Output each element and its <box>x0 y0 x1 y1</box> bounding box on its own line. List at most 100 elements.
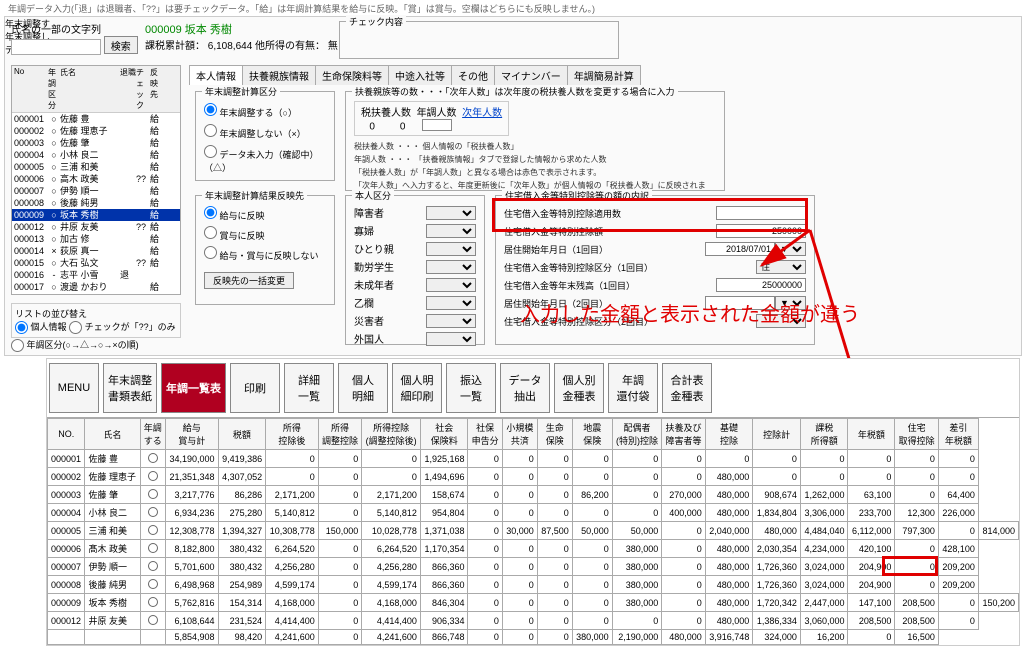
employee-row[interactable]: 000008○後藤 純男給 <box>12 197 180 209</box>
employee-row[interactable]: 000017○渡邊 かおり給 <box>12 281 180 293</box>
employee-row[interactable]: 000009○坂本 秀樹給 <box>12 209 180 221</box>
toolbar-btn-9[interactable]: 個人別金種表 <box>554 363 604 413</box>
tab-4[interactable]: その他 <box>451 65 495 85</box>
col-header: 控除計 <box>753 419 801 450</box>
search-box: 氏名の一部の文字列 検索 <box>11 21 138 55</box>
col-header: 年税額 <box>848 419 895 450</box>
top-note: 年調データ入力(「退」は退職者、「??」は要チェックデータ。「給」は年調計算結果… <box>8 2 595 15</box>
sort-kubun[interactable]: 年調区分(○→△→○→×の順) <box>11 340 139 350</box>
table-row[interactable]: 000006髙木 政美8,182,800380,4326,264,52006,2… <box>48 540 1019 558</box>
toolbar-btn-4[interactable]: 詳細一覧 <box>284 363 334 413</box>
col-header: 所得控除後 <box>266 419 319 450</box>
reflect-r1[interactable]: 給与に反映 <box>204 206 326 222</box>
employee-row[interactable]: 000004○小林 良二給 <box>12 149 180 161</box>
calc-r1[interactable]: 年末調整する（○） <box>204 103 326 119</box>
table-row[interactable]: 000001佐藤 豊34,190,0009,419,3860001,925,16… <box>48 450 1019 468</box>
calc-r3[interactable]: データ未入力（確認中）（△） <box>204 145 326 174</box>
toolbar-btn-5[interactable]: 個人明細 <box>338 363 388 413</box>
col-header: 所得控除(調整控除後) <box>362 419 421 450</box>
reflect-r3[interactable]: 給与・賞与に反映しない <box>204 246 326 262</box>
col-header: 氏名 <box>85 419 140 450</box>
reflect-batch-button[interactable]: 反映先の一括変更 <box>204 272 294 289</box>
toolbar-btn-3[interactable]: 印刷 <box>230 363 280 413</box>
col-header: 生命保険 <box>537 419 572 450</box>
tab-bar: 本人情報扶養親族情報生命保険料等中途入社等その他マイナンバー年調簡易計算 <box>189 65 640 85</box>
employee-row[interactable]: 000005○三浦 和美給 <box>12 161 180 173</box>
next-year-link[interactable]: 次年人数 <box>462 108 502 119</box>
tab-2[interactable]: 生命保険料等 <box>315 65 389 85</box>
calc-r2[interactable]: 年末調整しない（×） <box>204 124 326 140</box>
col-header: 住宅取得控除 <box>895 419 939 450</box>
tab-6[interactable]: 年調簡易計算 <box>567 65 641 85</box>
tab-0[interactable]: 本人情報 <box>189 65 243 85</box>
honnin-select[interactable] <box>426 296 476 310</box>
toolbar-btn-0[interactable]: MENU <box>49 363 99 413</box>
upper-panel: 氏名の一部の文字列 検索 000009 坂本 秀樹 課税累計額： 6,108,6… <box>4 16 1022 356</box>
nencho-table: NO.氏名年調する給与賞与計税額所得控除後所得調整控除所得控除(調整控除後)社会… <box>47 418 1019 645</box>
highlight-box-table <box>882 556 938 576</box>
tab-1[interactable]: 扶養親族情報 <box>242 65 316 85</box>
employee-row[interactable]: 000006○高木 政美??給 <box>12 173 180 185</box>
table-row[interactable]: 000009坂本 秀樹5,762,816154,3144,168,00004,1… <box>48 594 1019 612</box>
tab-5[interactable]: マイナンバー <box>494 65 568 85</box>
col-header: 配偶者(特別)控除 <box>612 419 662 450</box>
toolbar-btn-11[interactable]: 合計表金種表 <box>662 363 712 413</box>
col-header: 差引年税額 <box>938 419 978 450</box>
employee-row[interactable]: 000016-志平 小雪退 <box>12 269 180 281</box>
button-bar: MENU年末調整書類表紙年調一覧表印刷詳細一覧個人明細個人明細印刷振込一覧データ… <box>47 359 1019 418</box>
table-row[interactable]: 000012井原 友美6,108,644231,5244,414,40004,4… <box>48 612 1019 630</box>
employee-row[interactable]: 000003○佐藤 肇給 <box>12 137 180 149</box>
employee-row[interactable]: 000013○加古 修給 <box>12 233 180 245</box>
search-label: 氏名の一部の文字列 <box>11 25 101 36</box>
honnin-select[interactable] <box>426 206 476 220</box>
jutaku-date1-input[interactable] <box>705 242 775 256</box>
reflect-r2[interactable]: 賞与に反映 <box>204 226 326 242</box>
table-row[interactable]: 5,854,90898,4204,241,60004,241,600866,74… <box>48 630 1019 645</box>
sort-opt1[interactable]: 個人情報 <box>15 322 67 332</box>
honnin-select[interactable] <box>426 332 476 346</box>
tab-3[interactable]: 中途入社等 <box>388 65 452 85</box>
col-header: NO. <box>48 419 85 450</box>
honnin-select[interactable] <box>426 260 476 274</box>
jutaku-date1-select[interactable]: ▼ <box>775 242 806 256</box>
toolbar-btn-2[interactable]: 年調一覧表 <box>161 363 226 413</box>
table-row[interactable]: 000003佐藤 肇3,217,77686,2862,171,20002,171… <box>48 486 1019 504</box>
table-row[interactable]: 000007伊勢 順一5,701,600380,4324,256,28004,2… <box>48 558 1019 576</box>
col-header: 小規模共済 <box>502 419 537 450</box>
jutaku-kubun1-select[interactable]: 住 <box>756 260 806 274</box>
employee-row[interactable]: 000002○佐藤 理恵子給 <box>12 125 180 137</box>
annotation-text: 入力した金額と表示された金額が違う <box>520 298 860 327</box>
jutaku-zan1-input[interactable] <box>716 278 806 292</box>
toolbar-btn-6[interactable]: 個人明細印刷 <box>392 363 442 413</box>
toolbar-btn-10[interactable]: 年調還付袋 <box>608 363 658 413</box>
employee-row[interactable]: 000001○佐藤 豊給 <box>12 113 180 125</box>
search-input[interactable] <box>11 39 101 55</box>
toolbar-btn-1[interactable]: 年末調整書類表紙 <box>103 363 157 413</box>
search-button[interactable]: 検索 <box>104 36 138 54</box>
list-sort: リストの並び替え 個人情報 チェックが「??」のみ 年調区分(○→△→○→×の順… <box>11 303 181 352</box>
honnin-select[interactable] <box>426 224 476 238</box>
employee-row[interactable]: 000012○井原 友美??給 <box>12 221 180 233</box>
sort-opt2[interactable]: チェックが「??」のみ <box>69 322 176 332</box>
table-row[interactable]: 000002佐藤 理恵子21,351,3484,307,0520001,494,… <box>48 468 1019 486</box>
table-row[interactable]: 000008後藤 純男6,498,968254,9894,599,17404,5… <box>48 576 1019 594</box>
employee-row[interactable]: 000015○大石 弘文??給 <box>12 257 180 269</box>
lower-panel: MENU年末調整書類表紙年調一覧表印刷詳細一覧個人明細個人明細印刷振込一覧データ… <box>46 358 1020 646</box>
honnin-select[interactable] <box>426 314 476 328</box>
header-id-name: 000009 坂本 秀樹 <box>145 21 232 37</box>
table-row[interactable]: 000004小林 良二6,934,236275,2805,140,81205,1… <box>48 504 1019 522</box>
toolbar-btn-8[interactable]: データ抽出 <box>500 363 550 413</box>
col-header: 所得調整控除 <box>318 419 362 450</box>
employee-row[interactable]: 000014×荻原 真一給 <box>12 245 180 257</box>
honnin-select[interactable] <box>426 242 476 256</box>
employee-row[interactable]: 000018×西 浩司給 <box>12 293 180 295</box>
employee-list[interactable]: No 年調 区分 氏名 退職 チェック 反映先 000001○佐藤 豊給0000… <box>11 65 181 295</box>
check-legend: チェック内容 <box>346 15 406 28</box>
col-header: 社保申告分 <box>468 419 502 450</box>
col-header: 給与賞与計 <box>165 419 218 450</box>
honnin-select[interactable] <box>426 278 476 292</box>
next-year-input[interactable] <box>422 119 452 131</box>
table-row[interactable]: 000005三浦 和美12,308,7781,394,32710,308,778… <box>48 522 1019 540</box>
employee-row[interactable]: 000007○伊勢 順一給 <box>12 185 180 197</box>
toolbar-btn-7[interactable]: 振込一覧 <box>446 363 496 413</box>
